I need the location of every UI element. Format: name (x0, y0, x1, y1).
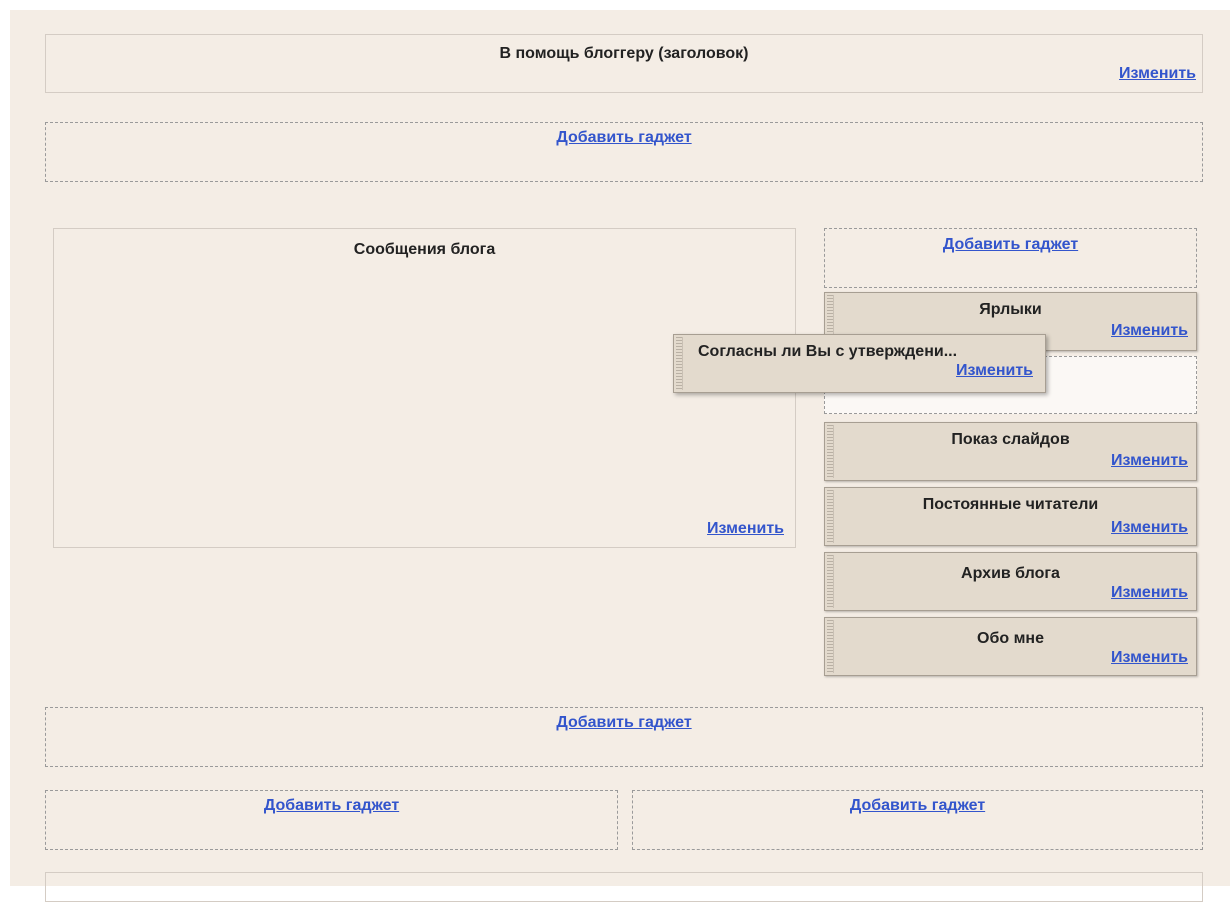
gadget-about-me[interactable]: Обо мне Изменить (824, 617, 1197, 676)
gadget-title: Архив блога (961, 565, 1060, 582)
gadget-blog-archive[interactable]: Архив блога Изменить (824, 552, 1197, 611)
top-add-gadget-zone: Добавить гаджет (45, 122, 1203, 182)
gadget-edit-link[interactable]: Изменить (1111, 452, 1188, 470)
header-edit-link[interactable]: Изменить (1119, 65, 1196, 83)
gadget-followers[interactable]: Постоянные читатели Изменить (824, 487, 1197, 546)
sidebar-add-gadget-link[interactable]: Добавить гаджет (825, 236, 1196, 254)
gadget-edit-link[interactable]: Изменить (1111, 649, 1188, 667)
bottom-add-gadget-link[interactable]: Добавить гаджет (46, 714, 1202, 732)
gadget-title: Показ слайдов (951, 431, 1070, 448)
gadget-edit-link[interactable]: Изменить (956, 362, 1033, 380)
gadget-slideshow[interactable]: Показ слайдов Изменить (824, 422, 1197, 481)
gadget-title: Постоянные читатели (922, 496, 1099, 513)
gadget-title: Ярлыки (979, 301, 1042, 318)
gadget-title: Обо мне (977, 630, 1044, 647)
footer-right-add-gadget-link[interactable]: Добавить гаджет (633, 797, 1202, 815)
sidebar-add-gadget-zone: Добавить гаджет (824, 228, 1197, 288)
footer-gadget-partial (45, 872, 1203, 902)
header-gadget: В помощь блоггеру (заголовок) Изменить (45, 34, 1203, 93)
top-add-gadget-link[interactable]: Добавить гаджет (46, 129, 1202, 147)
bottom-add-gadget-zone: Добавить гаджет (45, 707, 1203, 767)
header-title: В помощь блоггеру (заголовок) (499, 45, 749, 62)
gadget-edit-link[interactable]: Изменить (1111, 584, 1188, 602)
footer-left-add-gadget-link[interactable]: Добавить гаджет (46, 797, 617, 815)
drag-handle[interactable] (676, 337, 683, 390)
gadget-edit-link[interactable]: Изменить (1111, 519, 1188, 537)
footer-left-add-gadget-zone: Добавить гаджет (45, 790, 618, 850)
blog-posts-title: Сообщения блога (353, 241, 496, 258)
gadget-edit-link[interactable]: Изменить (1111, 322, 1188, 340)
footer-right-add-gadget-zone: Добавить гаджет (632, 790, 1203, 850)
gadget-title: Согласны ли Вы с утверждени... (698, 343, 958, 360)
dragging-poll-gadget[interactable]: Согласны ли Вы с утверждени... Изменить (673, 334, 1046, 393)
blog-posts-edit-link[interactable]: Изменить (707, 520, 784, 538)
